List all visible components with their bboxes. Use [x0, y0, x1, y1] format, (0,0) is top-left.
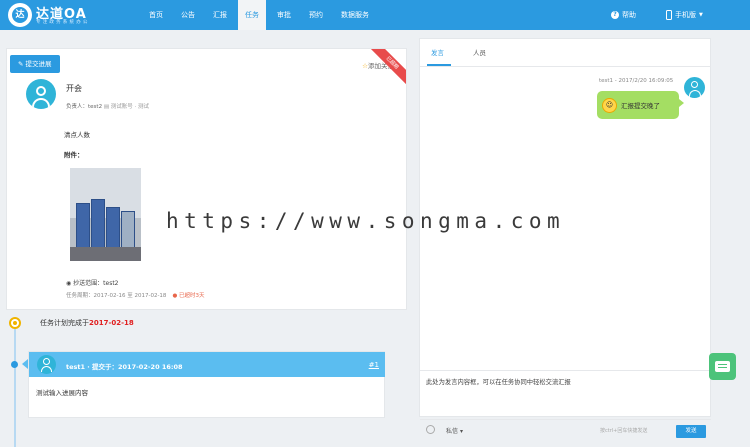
nav-report[interactable]: 汇报: [206, 0, 234, 30]
plan-date: 2017-02-18: [89, 319, 134, 327]
submit-progress-label: 提交进展: [25, 60, 52, 68]
float-chat-button[interactable]: [709, 353, 736, 380]
message-bubble: ☺ 汇报提交晚了: [597, 91, 679, 119]
nav-data-service[interactable]: 数据服务: [334, 0, 376, 30]
watermark: https://www.songma.com: [166, 209, 566, 233]
toolbar-divider: [420, 419, 711, 420]
ribbon-label: 已超期: [368, 49, 406, 87]
message-input[interactable]: 此处为发言内容框，可以在任务协同中轻松交流汇报: [426, 377, 702, 386]
send-button[interactable]: 发送: [676, 425, 706, 438]
input-divider: [420, 370, 711, 371]
progress-header: test1 · 提交于：2017-02-20 16:08 #1: [29, 352, 385, 377]
mobile-label: 手机版: [675, 11, 696, 19]
attachment-label: 附件：: [64, 151, 84, 159]
tab-divider: [420, 66, 711, 67]
message-text: 汇报提交晚了: [621, 102, 660, 110]
overdue-status: ● 已超时3天: [172, 293, 205, 299]
phone-icon: [666, 10, 672, 20]
overdue-ribbon: 已超期: [368, 49, 406, 87]
logo-icon[interactable]: 达: [8, 3, 32, 27]
task-content: 清点人数: [64, 131, 90, 139]
timeline-line: [14, 322, 16, 447]
tab-speak[interactable]: 发言: [431, 47, 444, 57]
document-icon: ▤: [103, 104, 111, 110]
nav-home[interactable]: 首页: [142, 0, 170, 30]
emoji-picker-icon[interactable]: [426, 425, 435, 434]
clock-icon: [9, 317, 21, 329]
task-period: 任务周期：2017-02-16 至 2017-02-18 ● 已超时3天: [66, 293, 205, 299]
task-title: 开会: [66, 84, 82, 93]
avatar: [684, 77, 705, 98]
timeline-dot: [11, 361, 18, 368]
nav-approval[interactable]: 审批: [270, 0, 298, 30]
project: 测试账号 · 测试: [110, 104, 150, 110]
send-hint: 按ctrl+回车快捷发送: [600, 428, 648, 434]
help-label: 帮助: [622, 11, 636, 19]
progress-number-link[interactable]: #1: [369, 361, 379, 369]
top-navbar: 达 达道OA 专注政务系统办公 首页 公告 汇报 任务 审批 预约 数据服务 ?…: [0, 0, 750, 30]
bubble-tail: [679, 99, 684, 107]
emoji-icon: ☺: [602, 97, 617, 113]
nav-task[interactable]: 任务: [238, 0, 266, 30]
tab-members[interactable]: 人员: [473, 47, 486, 57]
cc-scope: ◉ 抄送范围：test2: [66, 280, 119, 287]
nav-booking[interactable]: 预约: [302, 0, 330, 30]
submit-progress-button[interactable]: ✎ 提交进展: [10, 55, 60, 73]
task-meta: 负责人：test2 ▤ 测试账号 · 测试: [66, 102, 149, 110]
progress-card: test1 · 提交于：2017-02-20 16:08 #1 测试输入进展内容: [28, 351, 385, 418]
avatar: [37, 355, 56, 374]
avatar: [26, 79, 56, 109]
task-detail-panel: ✎ 提交进展 ☆添加关注 已超期 开会 负责人：test2 ▤ 测试账号 · 测…: [6, 48, 407, 310]
main-nav: 首页 公告 汇报 任务 审批 预约 数据服务: [142, 0, 380, 30]
progress-content: 测试输入进展内容: [36, 389, 88, 397]
chat-icon: [715, 361, 730, 372]
owner: 负责人：test2: [66, 104, 103, 110]
private-message-select[interactable]: 私信 ▾: [446, 426, 463, 435]
help-link[interactable]: ? 帮助: [611, 0, 636, 30]
progress-author: test1 · 提交于：2017-02-20 16:08: [66, 363, 183, 371]
attachment-image[interactable]: [70, 168, 141, 261]
chevron-down-icon: ▼: [699, 12, 703, 18]
chevron-down-icon: ▾: [459, 428, 463, 435]
brand-slogan: 专注政务系统办公: [36, 20, 90, 25]
question-icon: ?: [611, 11, 619, 19]
message-meta: test1 - 2017/2/20 16:09:05: [599, 78, 674, 84]
plan-complete-row: 任务计划完成于2017-02-18: [40, 319, 134, 327]
nav-notice[interactable]: 公告: [174, 0, 202, 30]
mobile-version-link[interactable]: 手机版 ▼: [666, 0, 703, 30]
